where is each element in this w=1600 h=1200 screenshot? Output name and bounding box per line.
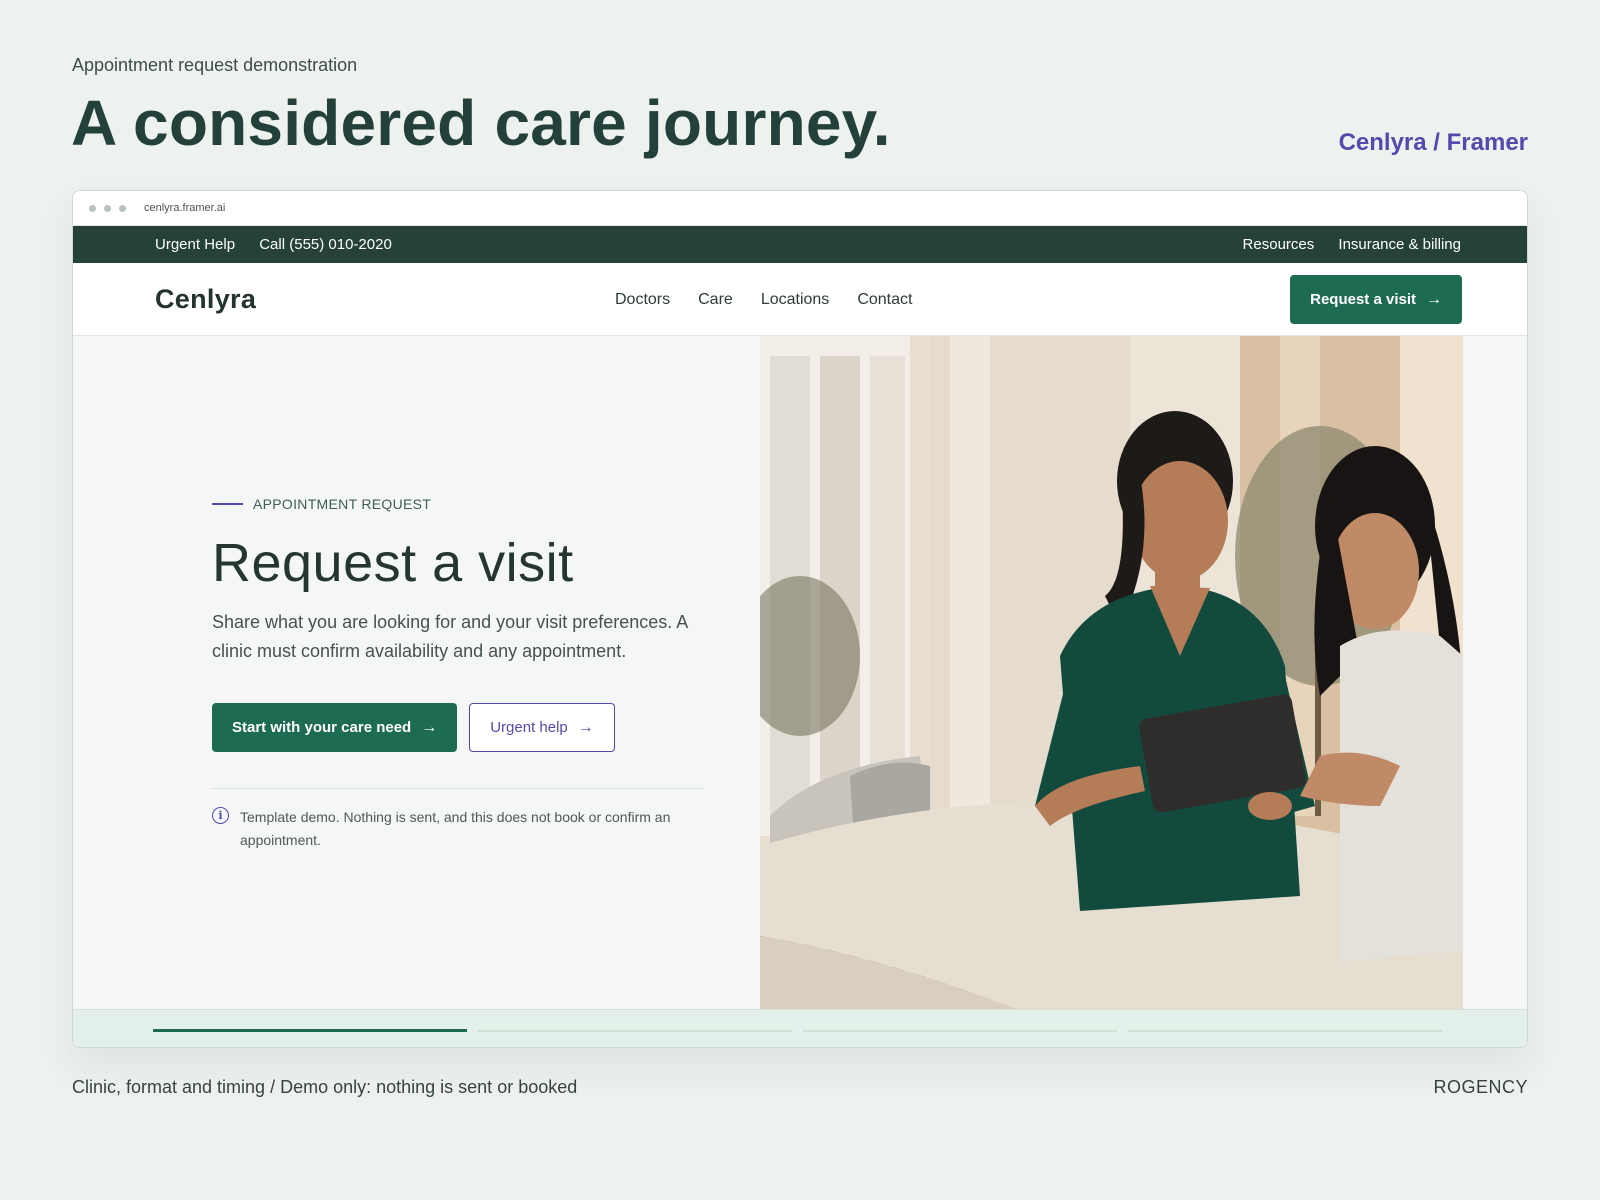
nav-item-contact[interactable]: Contact (857, 291, 912, 309)
hero-actions: Start with your care need → Urgent help … (212, 703, 712, 752)
insurance-billing-link[interactable]: Insurance & billing (1338, 236, 1461, 253)
urgent-help-link[interactable]: Urgent Help (155, 236, 235, 253)
nav-links: Doctors Care Locations Contact (615, 263, 940, 336)
demo-notice-text: Template demo. Nothing is sent, and this… (240, 809, 671, 848)
start-care-need-label: Start with your care need (232, 719, 412, 736)
window-dot-icon (119, 204, 126, 212)
divider (212, 788, 703, 789)
arrow-right-icon: → (577, 718, 594, 736)
progress-step-1[interactable] (153, 1029, 467, 1032)
footer-brand: ROGENCY (1433, 1077, 1528, 1097)
urgent-help-label: Urgent help (490, 719, 568, 736)
start-care-need-button[interactable]: Start with your care need → (212, 703, 458, 752)
resources-link[interactable]: Resources (1243, 236, 1315, 253)
arrow-right-icon: → (1426, 290, 1442, 308)
phone-link[interactable]: Call (555) 010-2020 (259, 236, 392, 253)
section-eyebrow-text: APPOINTMENT REQUEST (253, 496, 432, 512)
nav-item-locations[interactable]: Locations (761, 291, 830, 309)
nav-item-doctors[interactable]: Doctors (615, 291, 670, 309)
brand-credit: Cenlyra / Framer (1338, 129, 1528, 156)
eyebrow-rule (212, 503, 243, 505)
info-icon: i (212, 807, 229, 824)
progress-step-2[interactable] (478, 1030, 792, 1032)
clinic-reception-photo (760, 336, 1463, 1011)
address-bar-url[interactable]: cenlyra.framer.ai (144, 202, 225, 214)
hero-content: APPOINTMENT REQUEST Request a visit Shar… (212, 496, 712, 852)
hero-subtitle: Share what you are looking for and your … (212, 612, 688, 661)
hero-title: Request a visit (212, 533, 574, 593)
footer-caption: Clinic, format and timing / Demo only: n… (72, 1077, 578, 1097)
progress-step-4[interactable] (1128, 1030, 1442, 1032)
demo-notice: i Template demo. Nothing is sent, and th… (212, 806, 703, 852)
utility-bar: Urgent Help Call (555) 010-2020 Resource… (73, 226, 1527, 263)
nav-item-care[interactable]: Care (698, 291, 733, 309)
page-title: A considered care journey. (71, 87, 891, 159)
progress-step-3[interactable] (803, 1030, 1117, 1032)
request-visit-label: Request a visit (1310, 291, 1416, 308)
main-navbar: Cenlyra Doctors Care Locations Contact R… (73, 263, 1527, 336)
urgent-help-button[interactable]: Urgent help → (469, 703, 615, 752)
request-visit-button[interactable]: Request a visit → (1290, 275, 1462, 324)
hero-section: APPOINTMENT REQUEST Request a visit Shar… (73, 336, 1527, 1011)
window-dot-icon (89, 204, 96, 212)
browser-chrome: cenlyra.framer.ai (73, 191, 1527, 226)
section-eyebrow: APPOINTMENT REQUEST (212, 496, 712, 512)
hero-photo (760, 336, 1463, 1011)
site-logo[interactable]: Cenlyra (155, 284, 256, 315)
page-eyebrow: Appointment request demonstration (72, 55, 358, 75)
progress-steps (73, 1009, 1527, 1047)
arrow-right-icon: → (421, 718, 438, 736)
browser-window: cenlyra.framer.ai Urgent Help Call (555)… (72, 190, 1528, 1048)
window-dot-icon (104, 204, 111, 212)
